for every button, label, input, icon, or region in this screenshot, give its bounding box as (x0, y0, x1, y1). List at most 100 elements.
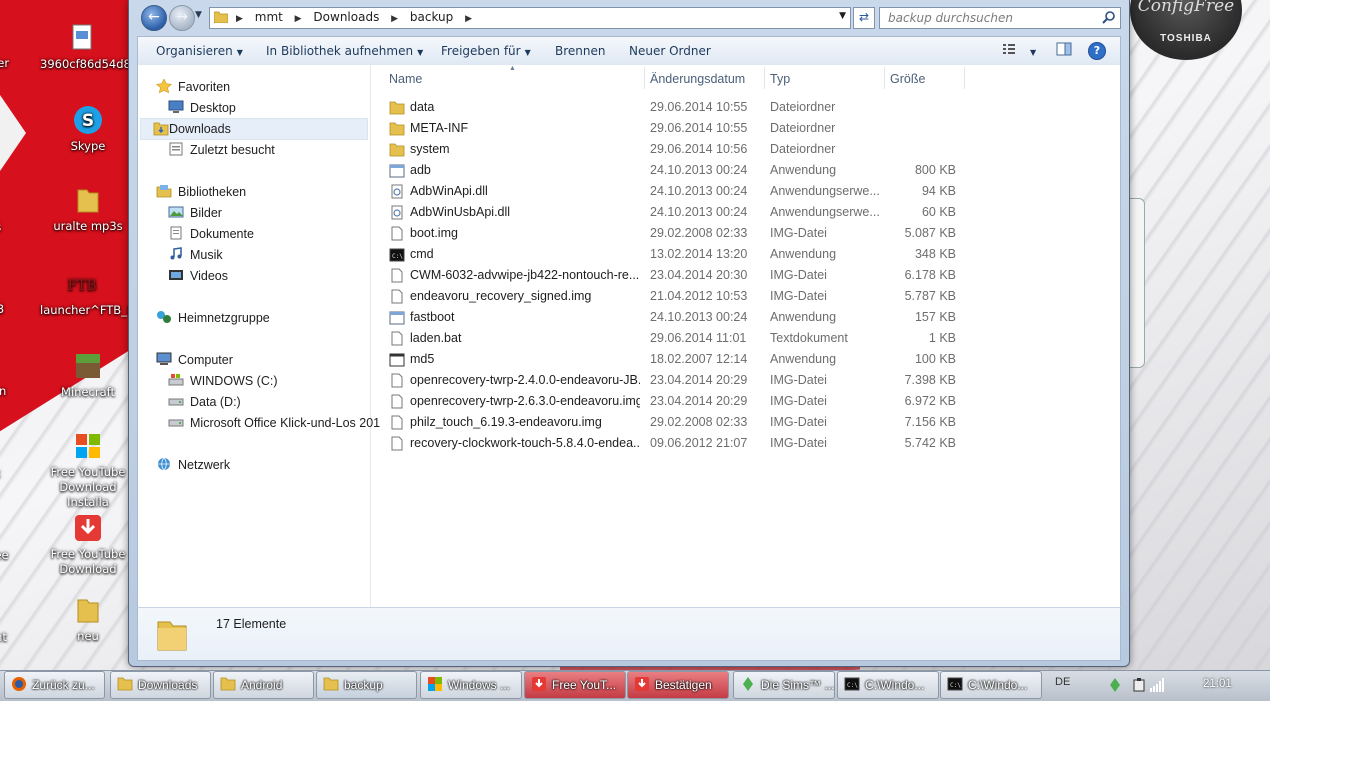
nav-downloads[interactable]: Downloads (140, 118, 368, 140)
file-row[interactable]: CWM-6032-advwipe-jb422-nontouch-re... 23.… (371, 265, 971, 286)
file-date: 13.02.2014 13:20 (650, 247, 748, 261)
taskbar-button[interactable]: Android (213, 671, 314, 699)
desktop-icon-minecraft[interactable]: Minecraft (46, 350, 130, 400)
chevron-down-icon[interactable]: ▼ (839, 11, 846, 21)
new-folder-button[interactable]: Neuer Ordner (629, 44, 711, 58)
taskbar-button[interactable]: Die Sims™ ... (733, 671, 835, 699)
share-button[interactable]: Freigeben für ▼ (441, 44, 531, 58)
clock[interactable]: 21:01 (1203, 678, 1232, 690)
file-row[interactable]: AdbWinUsbApi.dll 24.10.2013 00:24 Anwendun… (371, 202, 971, 223)
search-icon[interactable] (1102, 10, 1116, 24)
taskbar-button[interactable]: Windows ... (420, 671, 522, 699)
desktop-icon-label-cut[interactable]: on (0, 384, 22, 399)
preview-pane-icon[interactable] (1056, 42, 1072, 56)
file-row[interactable]: data 29.06.2014 10:55 Dateiordner (371, 97, 971, 118)
column-divider[interactable] (964, 67, 965, 89)
column-name[interactable]: Name (389, 72, 422, 86)
desktop-icon-file[interactable]: 3960cf86d54d817c (40, 22, 152, 72)
desktop-icon-uralte-mp3s[interactable]: uralte mp3s (46, 184, 130, 234)
desktop-icon-fyd-installer[interactable]: Free YouTube Download Installa (46, 430, 130, 510)
nav-recent[interactable]: Zuletzt besucht (168, 140, 275, 160)
file-row[interactable]: system 29.06.2014 10:56 Dateiordner (371, 139, 971, 160)
forward-button[interactable]: → (169, 5, 195, 31)
desktop-icon-label-cut[interactable]: ent (0, 630, 28, 645)
column-type[interactable]: Typ (770, 72, 790, 86)
back-button[interactable]: ← (141, 5, 167, 31)
file-row[interactable]: C:\ cmd 13.02.2014 13:20 Anwendung 348 KB (371, 244, 971, 265)
view-dropdown[interactable]: ▼ (1026, 44, 1036, 58)
language-indicator[interactable]: DE (1055, 676, 1070, 688)
taskbar-button[interactable]: Downloads (110, 671, 211, 699)
view-options-icon[interactable] (1002, 42, 1016, 56)
column-divider[interactable] (644, 67, 645, 89)
nav-pictures[interactable]: Bilder (168, 203, 222, 223)
file-row[interactable]: fastboot 24.10.2013 00:24 Anwendung 157 KB (371, 307, 971, 328)
clipboard-icon[interactable] (1132, 678, 1146, 692)
column-divider[interactable] (764, 67, 765, 89)
nav-libraries[interactable]: Bibliotheken (156, 182, 246, 202)
taskbar-button[interactable]: Bestätigen (627, 671, 729, 699)
desktop-icon-skype[interactable]: S Skype (46, 104, 130, 154)
nav-videos[interactable]: Videos (168, 266, 228, 286)
file-row[interactable]: openrecovery-twrp-2.4.0.0-endeavoru-JB..… (371, 370, 971, 391)
file-row[interactable]: AdbWinApi.dll 24.10.2013 00:24 Anwendungse… (371, 181, 971, 202)
file-row[interactable]: openrecovery-twrp-2.6.3.0-endeavoru.img 2… (371, 391, 971, 412)
nav-drive-d[interactable]: Data (D:) (168, 392, 241, 412)
desktop-icon-label-cut[interactable]: ds (0, 220, 18, 235)
nav-network[interactable]: Netzwerk (156, 455, 230, 475)
desktop-icon-label: Free YouTube Download (50, 547, 126, 576)
breadcrumb-item[interactable]: backup (410, 10, 453, 24)
column-divider[interactable] (884, 67, 885, 89)
file-row[interactable]: endeavoru_recovery_signed.img 21.04.2012 … (371, 286, 971, 307)
file-row[interactable]: md5 18.02.2007 12:14 Anwendung 100 KB (371, 349, 971, 370)
desktop-icon-label-cut[interactable]: P3 (0, 302, 20, 317)
nav-computer[interactable]: Computer (156, 350, 233, 370)
chevron-right-icon[interactable]: ▶ (236, 14, 243, 24)
svg-text:C:\: C:\ (847, 682, 858, 689)
file-row[interactable]: philz_touch_6.19.3-endeavoru.img 29.02.20… (371, 412, 971, 433)
network-tray-icon[interactable] (1150, 678, 1164, 692)
nav-desktop[interactable]: Desktop (168, 98, 236, 118)
search-input[interactable]: backup durchsuchen (879, 7, 1121, 29)
organize-button[interactable]: Organisieren ▼ (156, 44, 243, 58)
breadcrumb-item[interactable]: mmt (255, 10, 283, 24)
address-bar[interactable]: ▶ mmt ▶ Downloads ▶ backup ▶ ▼ (209, 7, 851, 29)
chevron-right-icon[interactable]: ▶ (465, 14, 472, 24)
column-date[interactable]: Änderungsdatum (650, 72, 745, 86)
column-size[interactable]: Größe (890, 72, 925, 86)
desktop-icon-label-cut[interactable]: k (0, 466, 24, 481)
recent-pages-dropdown[interactable]: ▼ (195, 10, 202, 20)
burn-button[interactable]: Brennen (555, 44, 605, 58)
include-library-button[interactable]: In Bibliothek aufnehmen ▼ (266, 44, 423, 58)
taskbar-button[interactable]: Zurück zu... (4, 671, 105, 699)
nav-office[interactable]: Microsoft Office Klick-und-Los 201 (168, 413, 380, 433)
taskbar-button[interactable]: Free YouT... (524, 671, 626, 699)
file-row[interactable]: recovery-clockwork-touch-5.8.4.0-endea..… (371, 433, 971, 454)
configfree-logo[interactable]: ConfigFree TOSHIBA (1130, 0, 1242, 60)
desktop-icon-label-cut[interactable]: ree (0, 548, 20, 563)
nav-documents[interactable]: Dokumente (168, 224, 254, 244)
videos-icon (169, 270, 183, 280)
nav-favorites[interactable]: Favoriten (156, 77, 230, 97)
help-button[interactable]: ? (1088, 42, 1106, 60)
breadcrumb-item[interactable]: Downloads (313, 10, 379, 24)
taskbar-button[interactable]: backup (316, 671, 417, 699)
file-row[interactable]: META-INF 29.06.2014 10:55 Dateiordner (371, 118, 971, 139)
drive-icon (168, 398, 184, 406)
chevron-right-icon[interactable]: ▶ (391, 14, 398, 24)
taskbar-button[interactable]: C:\ C:\Windo... (940, 671, 1042, 699)
nav-drive-c[interactable]: WINDOWS (C:) (168, 371, 277, 391)
desktop-icon-neu[interactable]: neu (46, 594, 130, 644)
chevron-right-icon[interactable]: ▶ (295, 14, 302, 24)
desktop-icon-fyd[interactable]: Free YouTube Download (46, 512, 130, 577)
taskbar-button[interactable]: C:\ C:\Windo... (837, 671, 939, 699)
desktop-icon-launcher[interactable]: FTB launcher^FTB_Lau (40, 268, 148, 318)
sims-tray-icon[interactable] (1108, 678, 1122, 692)
nav-music[interactable]: Musik (168, 245, 223, 265)
file-row[interactable]: boot.img 29.02.2008 02:33 IMG-Datei 5.087 K… (371, 223, 971, 244)
refresh-button[interactable]: ⇄ (853, 7, 875, 29)
file-row[interactable]: laden.bat 29.06.2014 11:01 Textdokument 1 K… (371, 328, 971, 349)
file-row[interactable]: adb 24.10.2013 00:24 Anwendung 800 KB (371, 160, 971, 181)
nav-homegroup[interactable]: Heimnetzgruppe (156, 308, 270, 328)
desktop-icon-label-cut[interactable]: ger (0, 56, 20, 71)
